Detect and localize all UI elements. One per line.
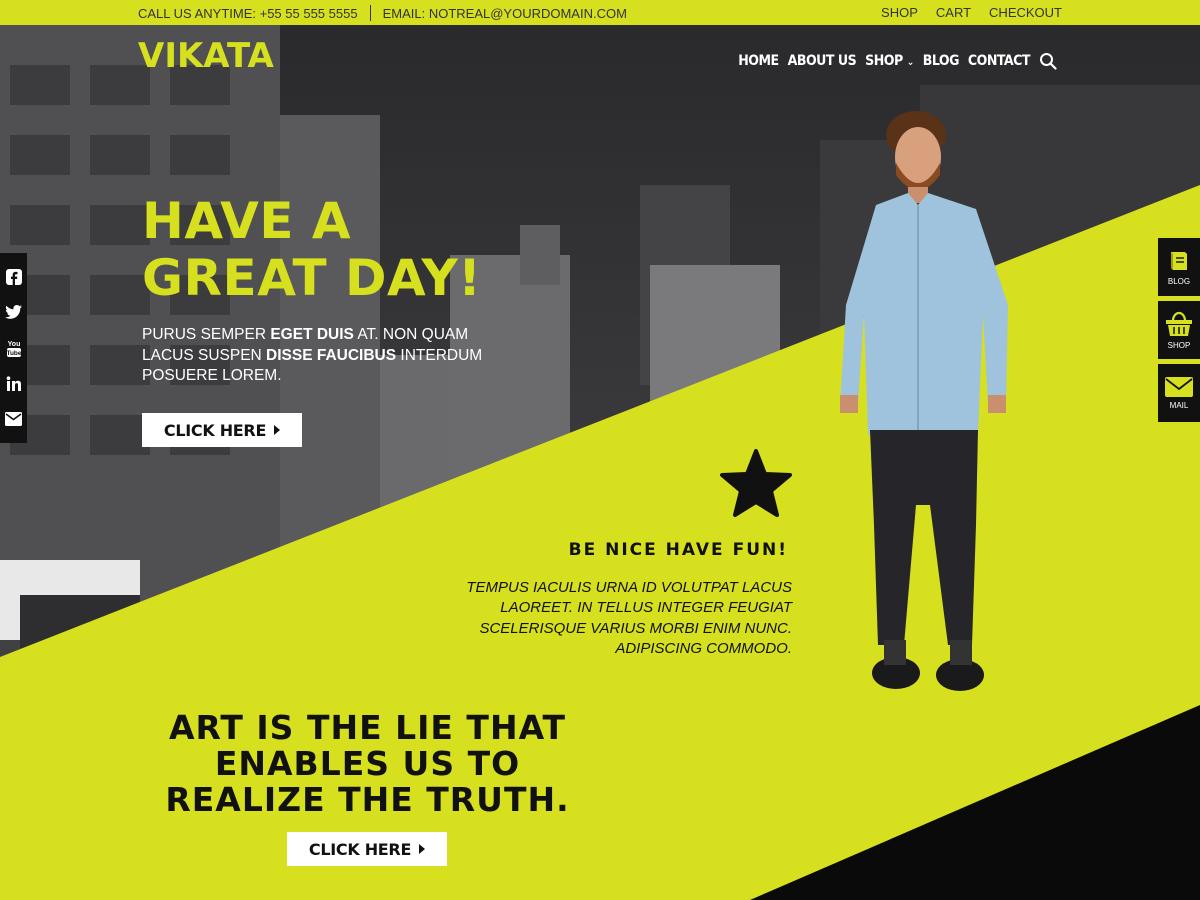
top-bar: CALL US ANYTIME: +55 55 555 5555 EMAIL: … (0, 0, 1200, 25)
caret-right-icon (419, 844, 426, 854)
person-photo (840, 111, 1008, 691)
headline-line-1: HAVE A (142, 192, 352, 250)
main-nav: HOME ABOUT US SHOP ⌄ BLOG CONTACT (738, 52, 1057, 70)
chevron-down-icon: ⌄ (906, 57, 915, 68)
envelope-icon (1165, 377, 1193, 397)
social-sidebar: You Tube (0, 253, 27, 443)
email-text[interactable]: EMAIL: NOTREAL@YOURDOMAIN.COM (383, 6, 627, 21)
hero-intro: PURUS SEMPER EGET DUIS AT. NON QUAM LACU… (142, 325, 502, 387)
phone-text: CALL US ANYTIME: +55 55 555 5555 (138, 5, 358, 21)
star-icon (720, 449, 792, 517)
contact-info: CALL US ANYTIME: +55 55 555 5555 EMAIL: … (138, 5, 627, 21)
right-menu-blog-label: BLOG (1167, 277, 1191, 286)
top-link-cart[interactable]: CART (936, 5, 971, 20)
right-menu-mail-label: MAIL (1169, 401, 1189, 410)
top-link-shop[interactable]: SHOP (881, 5, 918, 20)
intro-text-1: PURUS SEMPER (142, 326, 271, 343)
mail-icon[interactable] (5, 410, 23, 428)
hero-button-label: CLICK HERE (163, 420, 267, 440)
right-floating-menu: BLOG SHOP MAIL (1158, 238, 1200, 427)
site-logo[interactable]: VIKATA (138, 36, 274, 76)
headline-line-2: GREAT DAY! (142, 249, 482, 307)
facebook-icon[interactable] (5, 268, 23, 286)
nav-home[interactable]: HOME (738, 53, 779, 69)
book-icon (1171, 252, 1187, 270)
intro-bold-1: EGET DUIS (270, 326, 354, 343)
right-menu-shop-label: SHOP (1167, 341, 1191, 350)
nav-shop-label: SHOP (865, 53, 903, 69)
search-icon[interactable] (1039, 52, 1057, 70)
top-links: SHOP CART CHECKOUT (881, 5, 1062, 20)
quote-button-label: CLICK HERE (308, 839, 412, 859)
nav-shop[interactable]: SHOP ⌄ (865, 53, 914, 69)
nav-blog[interactable]: BLOG (923, 53, 960, 69)
basket-icon (1166, 311, 1192, 336)
quote-text: ART IS THE LIE THAT ENABLES US TO REALIZ… (165, 708, 570, 819)
twitter-icon[interactable] (5, 303, 23, 321)
feature-title: BE NICE HAVE FUN! (568, 540, 788, 560)
right-menu-shop[interactable]: SHOP (1158, 301, 1200, 359)
right-menu-mail[interactable]: MAIL (1158, 364, 1200, 422)
nav-about[interactable]: ABOUT US (788, 53, 857, 69)
top-link-checkout[interactable]: CHECKOUT (989, 5, 1062, 20)
feature-text: TEMPUS IACULIS URNA ID VOLUTPAT LACUS LA… (466, 579, 792, 657)
hero-headline: HAVE A GREAT DAY! (142, 193, 562, 307)
svg-text:You: You (7, 341, 20, 348)
hero-click-button[interactable]: CLICK HERE (142, 413, 302, 447)
divider (369, 5, 371, 21)
youtube-icon[interactable]: You Tube (5, 339, 23, 357)
nav-contact[interactable]: CONTACT (968, 53, 1031, 69)
right-menu-blog[interactable]: BLOG (1158, 238, 1200, 296)
quote-click-button[interactable]: CLICK HERE (287, 832, 447, 866)
svg-text:Tube: Tube (6, 350, 21, 357)
caret-right-icon (274, 425, 281, 435)
linkedin-icon[interactable] (5, 375, 23, 393)
intro-bold-2: DISSE FAUCIBUS (266, 346, 397, 364)
